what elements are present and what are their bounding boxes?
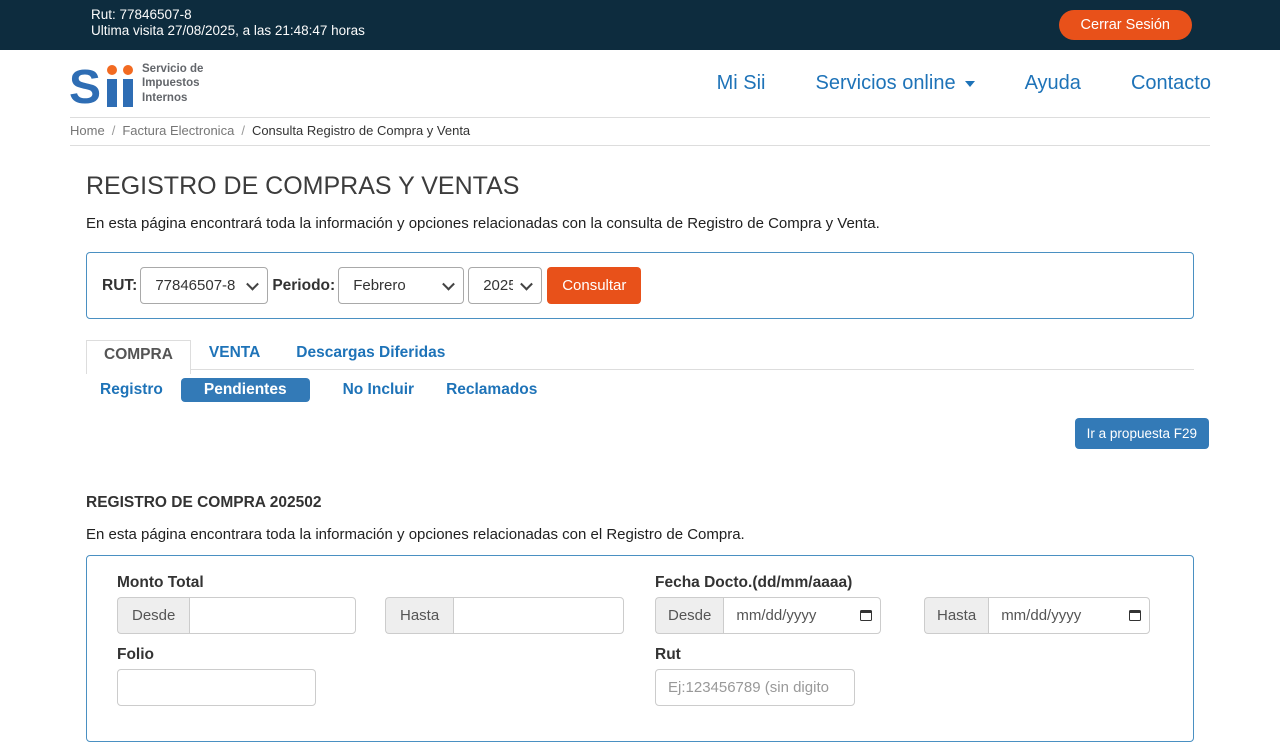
main-nav: Mi Sii Servicios online Ayuda Contacto	[667, 72, 1211, 95]
page-description: En esta página encontrará toda la inform…	[86, 215, 1194, 232]
monto-total-label: Monto Total	[117, 574, 624, 592]
sii-logo-mark: S	[69, 61, 133, 107]
session-last-visit: Ultima visita 27/08/2025, a las 21:48:47…	[91, 23, 365, 39]
rut-select[interactable]: 77846507-8	[140, 267, 268, 304]
fecha-desde-addon: Desde	[655, 597, 723, 634]
subtab-no-incluir[interactable]: No Incluir	[329, 378, 428, 402]
sii-logo[interactable]: S Servicio de Impuestos Internos	[69, 61, 203, 107]
nav-servicios-online[interactable]: Servicios online	[816, 72, 975, 95]
tab-compra[interactable]: COMPRA	[86, 340, 191, 374]
monto-hasta-input[interactable]	[453, 597, 624, 634]
site-header: S Servicio de Impuestos Internos Mi Sii …	[0, 50, 1280, 117]
tab-descargas-diferidas[interactable]: Descargas Diferidas	[278, 339, 463, 369]
period-label: Periodo:	[272, 277, 335, 295]
ir-a-propuesta-f29-button[interactable]: Ir a propuesta F29	[1075, 418, 1209, 449]
main-content: REGISTRO DE COMPRAS Y VENTAS En esta pág…	[70, 172, 1210, 742]
main-tabs: COMPRA VENTA Descargas Diferidas	[86, 339, 1194, 370]
nav-mi-sii[interactable]: Mi Sii	[717, 72, 766, 95]
rut-label: RUT:	[102, 277, 137, 295]
fecha-hasta-addon: Hasta	[924, 597, 988, 634]
monto-total-field: Monto Total Desde Hasta	[117, 572, 624, 634]
rut-filter-input[interactable]	[655, 669, 855, 706]
month-select[interactable]: Febrero	[338, 267, 464, 304]
tab-venta[interactable]: VENTA	[191, 339, 278, 369]
breadcrumb-separator: /	[241, 123, 245, 138]
nav-contacto[interactable]: Contacto	[1131, 72, 1211, 95]
subtab-reclamados[interactable]: Reclamados	[432, 378, 551, 402]
consultar-button[interactable]: Consultar	[547, 267, 641, 304]
fecha-desde-input[interactable]	[723, 597, 881, 634]
chevron-down-icon	[965, 81, 975, 87]
subtab-registro[interactable]: Registro	[86, 378, 177, 402]
month-select-wrap: Febrero	[335, 267, 464, 304]
register-section-title: REGISTRO DE COMPRA 202502	[86, 494, 1194, 512]
breadcrumb-factura-electronica[interactable]: Factura Electronica	[122, 123, 234, 138]
register-section-description: En esta página encontrara toda la inform…	[86, 526, 1194, 543]
query-panel: RUT: 77846507-8 Periodo: Febrero 2025 Co…	[86, 252, 1194, 319]
page-title: REGISTRO DE COMPRAS Y VENTAS	[86, 172, 1194, 201]
session-rut: Rut: 77846507-8	[91, 7, 365, 23]
logo-letter-s: S	[69, 69, 101, 107]
subtab-pendientes[interactable]: Pendientes	[181, 378, 310, 402]
fecha-docto-label: Fecha Docto.(dd/mm/aaaa)	[655, 574, 1163, 592]
breadcrumb-separator: /	[112, 123, 116, 138]
monto-hasta-group: Hasta	[385, 597, 624, 634]
sub-tabs: Registro Pendientes No Incluir Reclamado…	[86, 378, 1194, 402]
folio-label: Folio	[117, 646, 624, 664]
nav-ayuda[interactable]: Ayuda	[1025, 72, 1081, 95]
fecha-hasta-input[interactable]	[988, 597, 1150, 634]
session-topbar: Rut: 77846507-8 Ultima visita 27/08/2025…	[0, 0, 1280, 50]
monto-desde-input[interactable]	[189, 597, 356, 634]
monto-hasta-addon: Hasta	[385, 597, 453, 634]
f29-row: Ir a propuesta F29	[86, 418, 1209, 449]
fecha-hasta-group: Hasta	[924, 597, 1150, 634]
monto-desde-group: Desde	[117, 597, 356, 634]
year-select-wrap: 2025	[464, 267, 542, 304]
folio-input[interactable]	[117, 669, 316, 706]
breadcrumb-current: Consulta Registro de Compra y Venta	[252, 123, 470, 138]
logo-caption: Servicio de Impuestos Internos	[142, 62, 203, 104]
breadcrumb: Home / Factura Electronica / Consulta Regist…	[70, 117, 1210, 146]
logo-i-bar-icon	[123, 79, 133, 107]
rut-filter-field: Rut	[655, 644, 1163, 706]
breadcrumb-home[interactable]: Home	[70, 123, 105, 138]
folio-field: Folio	[117, 644, 624, 706]
year-select[interactable]: 2025	[468, 267, 542, 304]
monto-desde-addon: Desde	[117, 597, 189, 634]
filter-panel: Monto Total Desde Hasta Fecha Docto.(dd/…	[86, 555, 1194, 742]
fecha-desde-group: Desde	[655, 597, 881, 634]
rut-filter-label: Rut	[655, 646, 1163, 664]
logo-i-bar-icon	[107, 79, 117, 107]
rut-select-wrap: 77846507-8	[137, 267, 268, 304]
logout-button[interactable]: Cerrar Sesión	[1059, 10, 1192, 40]
session-info: Rut: 77846507-8 Ultima visita 27/08/2025…	[91, 7, 365, 39]
fecha-docto-field: Fecha Docto.(dd/mm/aaaa) Desde Hasta	[655, 572, 1163, 634]
